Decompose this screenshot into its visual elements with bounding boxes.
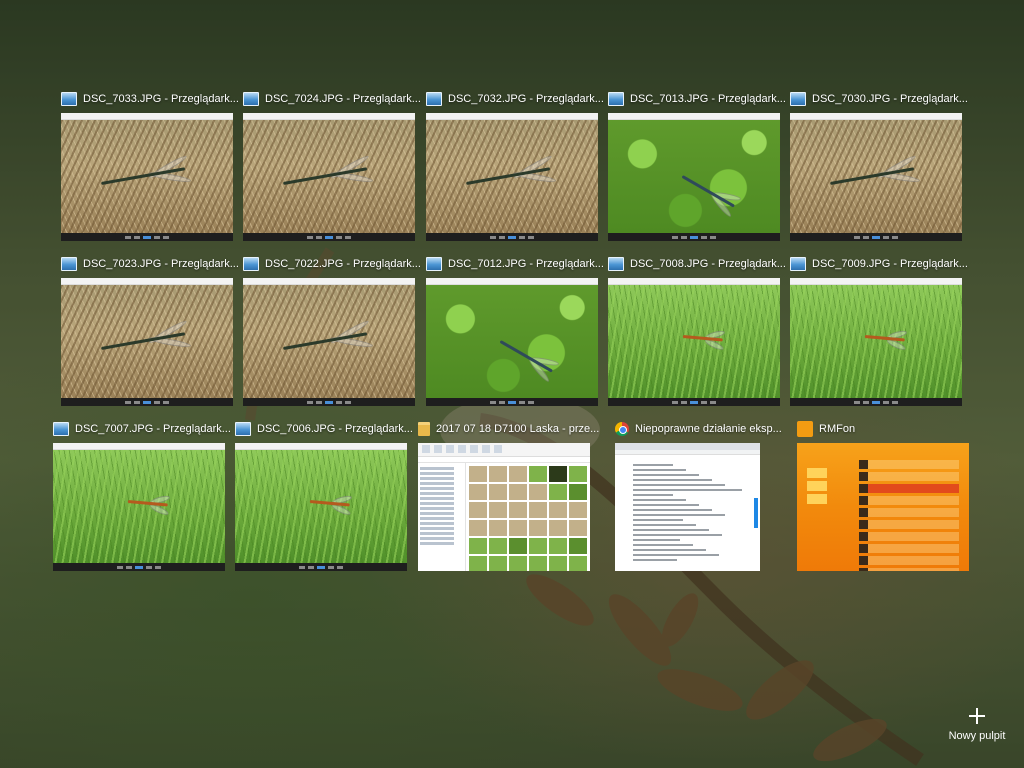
window-title-bar: DSC_7012.JPG - Przeglądark... [426, 256, 604, 272]
plus-icon [969, 708, 985, 724]
window-title-text: DSC_7013.JPG - Przeglądark... [630, 93, 786, 105]
rmfon-icon [797, 421, 813, 437]
window-title-bar: DSC_7006.JPG - Przeglądark... [235, 421, 413, 437]
window-title-bar: DSC_7008.JPG - Przeglądark... [608, 256, 786, 272]
window-preview [790, 113, 962, 241]
chrome-icon [615, 422, 629, 436]
window-title-bar: RMFon [797, 421, 855, 437]
photos-app-icon [61, 257, 77, 271]
window-title-bar: DSC_7009.JPG - Przeglądark... [790, 256, 968, 272]
photos-app-icon [426, 257, 442, 271]
photos-app-icon [608, 92, 624, 106]
window-title-text: DSC_7007.JPG - Przeglądark... [75, 423, 231, 435]
photos-app-icon [608, 257, 624, 271]
window-preview [426, 113, 598, 241]
photos-app-icon [243, 92, 259, 106]
window-preview [61, 113, 233, 241]
window-title-text: DSC_7008.JPG - Przeglądark... [630, 258, 786, 270]
window-preview [797, 443, 969, 571]
window-title-bar: DSC_7030.JPG - Przeglądark... [790, 91, 968, 107]
window-title-text: DSC_7012.JPG - Przeglądark... [448, 258, 604, 270]
window-title-text: DSC_7023.JPG - Przeglądark... [83, 258, 239, 270]
window-preview [608, 278, 780, 406]
photos-app-icon [61, 92, 77, 106]
window-title-bar: 2017 07 18 D7100 Laska - prze... [418, 421, 599, 437]
window-preview [608, 113, 780, 241]
window-title-text: Niepoprawne działanie eksp... [635, 423, 782, 435]
photos-app-icon [53, 422, 69, 436]
window-title-text: 2017 07 18 D7100 Laska - prze... [436, 423, 600, 435]
window-preview [243, 278, 415, 406]
window-preview [426, 278, 598, 406]
window-title-text: DSC_7032.JPG - Przeglądark... [448, 93, 604, 105]
folder-icon [418, 422, 430, 436]
new-desktop-button[interactable]: Nowy pulpit [946, 708, 1008, 748]
window-title-bar: DSC_7033.JPG - Przeglądark... [61, 91, 239, 107]
window-preview [53, 443, 225, 571]
window-title-text: DSC_7030.JPG - Przeglądark... [812, 93, 968, 105]
photos-app-icon [235, 422, 251, 436]
window-title-text: DSC_7006.JPG - Przeglądark... [257, 423, 413, 435]
new-desktop-label: Nowy pulpit [948, 730, 1006, 742]
window-title-bar: DSC_7022.JPG - Przeglądark... [243, 256, 421, 272]
window-preview [790, 278, 962, 406]
window-title-bar: DSC_7032.JPG - Przeglądark... [426, 91, 604, 107]
window-title-text: DSC_7009.JPG - Przeglądark... [812, 258, 968, 270]
window-preview [615, 443, 760, 571]
window-preview [418, 443, 590, 571]
photos-app-icon [790, 257, 806, 271]
window-title-text: RMFon [819, 423, 856, 435]
window-preview [61, 278, 233, 406]
window-title-text: DSC_7024.JPG - Przeglądark... [265, 93, 421, 105]
window-title-bar: DSC_7013.JPG - Przeglądark... [608, 91, 786, 107]
window-preview [235, 443, 407, 571]
window-preview [243, 113, 415, 241]
window-title-text: DSC_7033.JPG - Przeglądark... [83, 93, 239, 105]
window-title-bar: DSC_7024.JPG - Przeglądark... [243, 91, 421, 107]
window-title-bar: DSC_7007.JPG - Przeglądark... [53, 421, 231, 437]
window-title-bar: Niepoprawne działanie eksp... [615, 421, 782, 437]
window-title-text: DSC_7022.JPG - Przeglądark... [265, 258, 421, 270]
photos-app-icon [426, 92, 442, 106]
photos-app-icon [243, 257, 259, 271]
photos-app-icon [790, 92, 806, 106]
window-title-bar: DSC_7023.JPG - Przeglądark... [61, 256, 239, 272]
